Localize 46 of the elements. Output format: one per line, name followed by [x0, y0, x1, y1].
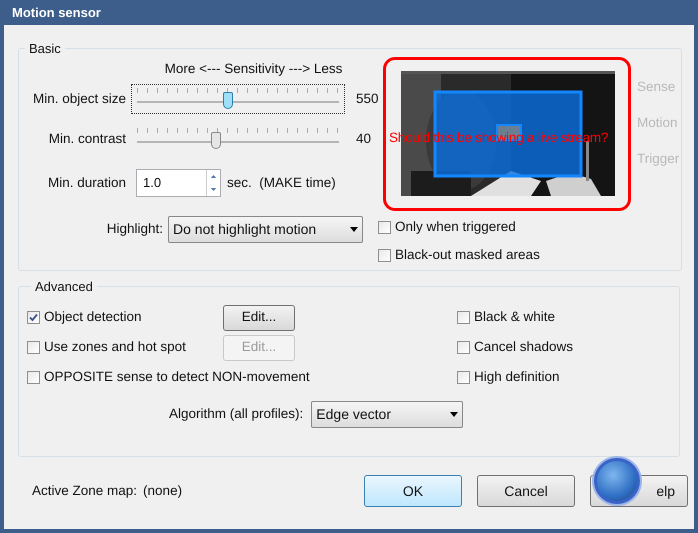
algorithm-dropdown[interactable]: Edge vector	[311, 400, 464, 428]
checkbox[interactable]	[27, 341, 40, 354]
checkbox[interactable]	[378, 221, 391, 234]
checkbox-label[interactable]: Only when triggered	[395, 217, 516, 238]
checkbox[interactable]	[378, 249, 391, 262]
status-indicator: Sense	[637, 78, 676, 96]
slider-label: Min. contrast	[48, 130, 126, 148]
slider-thumb[interactable]	[222, 92, 233, 109]
highlight-dropdown[interactable]: Do not highlight motion	[168, 216, 363, 243]
dropdown-caret-icon	[450, 412, 458, 416]
checkbox[interactable]	[457, 341, 470, 354]
slider-value: 550	[356, 90, 379, 108]
checkbox[interactable]	[457, 311, 470, 324]
checkbox-label[interactable]: Cancel shadows	[474, 337, 574, 358]
edit-button[interactable]: Edit...	[223, 304, 295, 330]
checkbox[interactable]	[27, 311, 40, 324]
zone-map-value: (none)	[143, 482, 182, 500]
dialog-button[interactable]: OK	[364, 475, 462, 507]
sensitivity-caption: More <--- Sensitivity ---> Less	[164, 60, 342, 76]
field-label: Algorithm (all profiles):	[169, 404, 304, 423]
duration-spinbox[interactable]: 1.0	[136, 168, 221, 197]
field-label: Min. duration	[46, 174, 126, 192]
checkbox-label[interactable]: OPPOSITE sense to detect NON-movement	[44, 367, 310, 388]
dialog-button[interactable]: Cancel	[477, 475, 575, 507]
checkbox-label[interactable]: High definition	[474, 367, 560, 388]
zone-map-label: Active Zone map:	[32, 482, 138, 500]
dropdown-caret-icon	[350, 226, 358, 232]
checkbox-label[interactable]: Black-out masked areas	[395, 245, 540, 266]
checkbox-label[interactable]: Black & white	[474, 307, 556, 328]
duration-value: 1.0	[137, 170, 206, 196]
group-title: Advanced	[35, 279, 93, 294]
slider-label: Min. object size	[32, 90, 126, 108]
status-indicator: Trigger	[637, 150, 680, 168]
field-label: Highlight:	[106, 220, 163, 238]
unit-label: sec. (MAKE time)	[227, 174, 336, 192]
checkbox[interactable]	[27, 371, 40, 384]
checkbox-label[interactable]: Object detection	[44, 307, 142, 328]
checkbox-label[interactable]: Use zones and hot spot	[44, 337, 186, 358]
slider-track[interactable]	[137, 88, 339, 110]
slider-track[interactable]	[137, 128, 339, 150]
checkbox[interactable]	[457, 371, 470, 384]
status-indicator: Motion	[637, 114, 679, 132]
slider-value: 40	[356, 130, 372, 148]
group-title: Basic	[29, 41, 61, 56]
window-title: Motion sensor	[12, 4, 101, 22]
slider-thumb[interactable]	[210, 132, 221, 149]
